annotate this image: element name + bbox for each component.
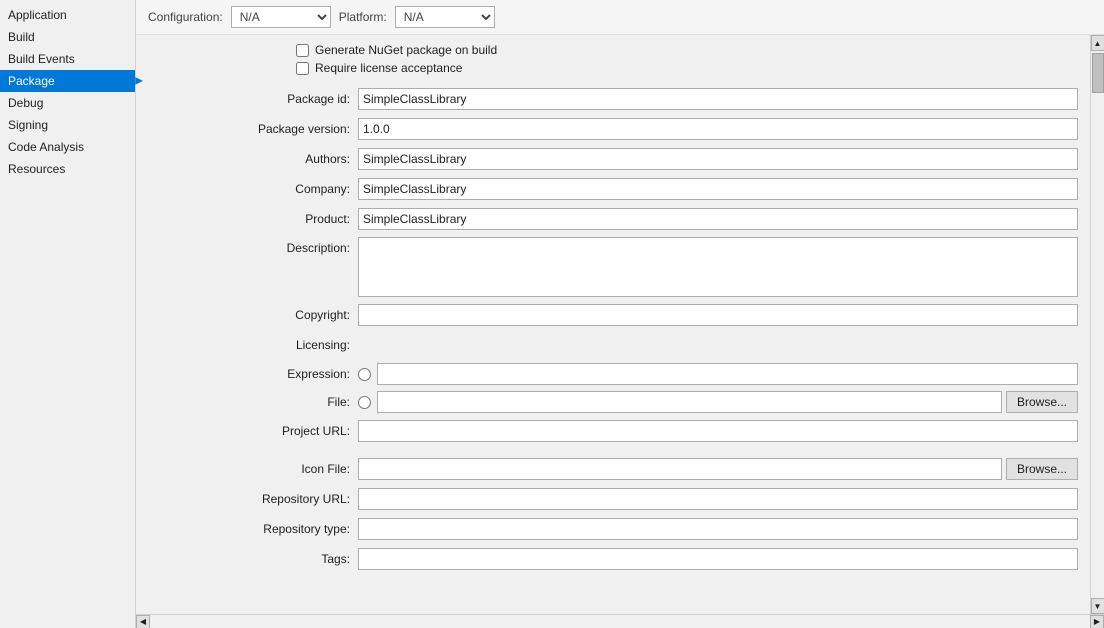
- package-id-row: Package id:: [148, 87, 1078, 111]
- generate-nuget-checkbox[interactable]: [296, 44, 309, 57]
- repository-url-input[interactable]: [358, 488, 1078, 510]
- licensing-label: Licensing:: [148, 338, 358, 352]
- icon-file-input-group: Browse...: [358, 458, 1078, 480]
- configuration-select[interactable]: N/A: [231, 6, 331, 28]
- file-content: Browse...: [358, 391, 1078, 413]
- product-input[interactable]: [358, 208, 1078, 230]
- expression-label: Expression:: [148, 367, 358, 381]
- tags-row: Tags:: [148, 547, 1078, 571]
- project-url-label: Project URL:: [148, 424, 358, 438]
- package-version-row: Package version:: [148, 117, 1078, 141]
- repository-url-row: Repository URL:: [148, 487, 1078, 511]
- copyright-row: Copyright:: [148, 303, 1078, 327]
- licensing-row: Licensing:: [148, 333, 1078, 357]
- authors-row: Authors:: [148, 147, 1078, 171]
- file-browse-button[interactable]: Browse...: [1006, 391, 1078, 413]
- require-license-checkbox[interactable]: [296, 62, 309, 75]
- scroll-down-button[interactable]: ▼: [1091, 598, 1104, 614]
- sidebar-item-build[interactable]: Build: [0, 26, 135, 48]
- file-input-group: Browse...: [377, 391, 1078, 413]
- copyright-input[interactable]: [358, 304, 1078, 326]
- form-area: Generate NuGet package on build Require …: [136, 35, 1090, 614]
- vertical-scrollbar: ▲ ▼: [1090, 35, 1104, 614]
- sidebar-item-build-events[interactable]: Build Events: [0, 48, 135, 70]
- repository-type-label: Repository type:: [148, 522, 358, 536]
- company-input[interactable]: [358, 178, 1078, 200]
- sidebar-item-application[interactable]: Application: [0, 4, 135, 26]
- icon-file-label: Icon File:: [148, 462, 358, 476]
- sidebar-item-debug[interactable]: Debug: [0, 92, 135, 114]
- company-row: Company:: [148, 177, 1078, 201]
- content-area: Configuration: N/A Platform: N/A Generat…: [136, 0, 1104, 628]
- horizontal-scrollbar: ◀ ▶: [136, 614, 1104, 628]
- configuration-label: Configuration:: [148, 10, 223, 24]
- file-row: File: Browse...: [148, 391, 1078, 413]
- package-id-label: Package id:: [148, 92, 358, 106]
- require-license-label: Require license acceptance: [315, 61, 462, 75]
- scroll-right-button[interactable]: ▶: [1090, 615, 1104, 628]
- scroll-up-button[interactable]: ▲: [1091, 35, 1104, 51]
- scroll-thumb[interactable]: [1092, 53, 1104, 93]
- scroll-left-button[interactable]: ◀: [136, 615, 150, 628]
- platform-select[interactable]: N/A: [395, 6, 495, 28]
- expression-radio[interactable]: [358, 368, 371, 381]
- description-row: Description:: [148, 237, 1078, 297]
- repository-type-input[interactable]: [358, 518, 1078, 540]
- content-inner: Generate NuGet package on build Require …: [136, 35, 1104, 614]
- project-url-input[interactable]: [358, 420, 1078, 442]
- repository-type-row: Repository type:: [148, 517, 1078, 541]
- generate-nuget-label: Generate NuGet package on build: [315, 43, 497, 57]
- horizontal-scroll-track: [150, 615, 1090, 628]
- package-id-input[interactable]: [358, 88, 1078, 110]
- package-version-label: Package version:: [148, 122, 358, 136]
- company-label: Company:: [148, 182, 358, 196]
- require-license-checkbox-row[interactable]: Require license acceptance: [296, 61, 1078, 75]
- tags-label: Tags:: [148, 552, 358, 566]
- icon-file-input[interactable]: [358, 458, 1002, 480]
- description-label: Description:: [148, 237, 358, 255]
- file-input[interactable]: [377, 391, 1002, 413]
- description-textarea[interactable]: [358, 237, 1078, 297]
- authors-input[interactable]: [358, 148, 1078, 170]
- sidebar-item-code-analysis[interactable]: Code Analysis: [0, 136, 135, 158]
- file-radio[interactable]: [358, 396, 371, 409]
- icon-file-row: Icon File: Browse...: [148, 457, 1078, 481]
- expression-input[interactable]: [377, 363, 1078, 385]
- project-url-row: Project URL:: [148, 419, 1078, 443]
- repository-url-label: Repository URL:: [148, 492, 358, 506]
- top-bar: Configuration: N/A Platform: N/A: [136, 0, 1104, 35]
- authors-label: Authors:: [148, 152, 358, 166]
- sidebar-item-signing[interactable]: Signing: [0, 114, 135, 136]
- copyright-label: Copyright:: [148, 308, 358, 322]
- product-label: Product:: [148, 212, 358, 226]
- sidebar: Application Build Build Events Package D…: [0, 0, 136, 628]
- package-version-input[interactable]: [358, 118, 1078, 140]
- product-row: Product:: [148, 207, 1078, 231]
- file-label: File:: [148, 395, 358, 409]
- tags-input[interactable]: [358, 548, 1078, 570]
- expression-row: Expression:: [148, 363, 1078, 385]
- icon-browse-button[interactable]: Browse...: [1006, 458, 1078, 480]
- sidebar-item-resources[interactable]: Resources: [0, 158, 135, 180]
- generate-nuget-checkbox-row[interactable]: Generate NuGet package on build: [296, 43, 1078, 57]
- sidebar-item-package[interactable]: Package: [0, 70, 135, 92]
- platform-label: Platform:: [339, 10, 387, 24]
- expression-content: [358, 363, 1078, 385]
